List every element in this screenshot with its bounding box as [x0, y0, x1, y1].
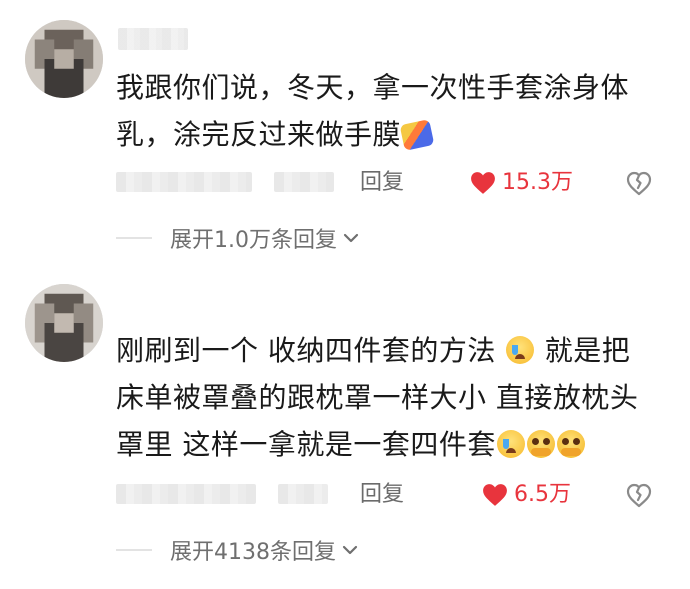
mask-emoji-icon [399, 119, 435, 151]
comment-text: 刚刷到一个 收纳四件套的方法 就是把床单被罩叠的跟枕罩一样大小 直接放枕头罩里 … [116, 327, 656, 468]
comment-text-body: 我跟你们说，冬天，拿一次性手套涂身体乳，涂完反过来做手膜 [116, 71, 630, 151]
heart-icon [483, 484, 507, 506]
like-button[interactable]: 15.3万 [470, 166, 573, 200]
like-count: 15.3万 [502, 170, 573, 195]
expand-replies-label: 展开4138条回复 [170, 540, 336, 565]
chevron-down-icon [342, 545, 358, 555]
expand-replies[interactable]: 展开1.0万条回复 [116, 222, 359, 254]
heart-icon [471, 172, 495, 194]
timestamp-blurred [116, 172, 252, 192]
username-blurred[interactable] [118, 28, 188, 50]
divider-line [116, 549, 152, 551]
comment-text: 我跟你们说，冬天，拿一次性手套涂身体乳，涂完反过来做手膜 [116, 64, 656, 158]
comment-text-part-1: 刚刷到一个 收纳四件套的方法 [116, 334, 496, 367]
pleading-face-icon [556, 430, 585, 458]
expand-replies-label: 展开1.0万条回复 [170, 228, 337, 253]
avatar-image [25, 284, 103, 362]
like-button[interactable]: 6.5万 [482, 478, 571, 512]
expand-replies[interactable]: 展开4138条回复 [116, 534, 358, 566]
dislike-broken-heart-icon[interactable] [625, 481, 653, 509]
crying-face-icon [506, 336, 535, 364]
avatar[interactable] [25, 284, 103, 362]
comment-meta: 回复 15.3万 [116, 166, 676, 200]
timestamp-blurred [116, 484, 256, 504]
crying-face-icon [496, 430, 525, 458]
avatar[interactable] [25, 20, 103, 98]
chevron-down-icon [343, 233, 359, 243]
comment-meta: 回复 6.5万 [116, 478, 676, 512]
reply-button[interactable]: 回复 [360, 166, 404, 200]
location-blurred [274, 172, 334, 192]
reply-button[interactable]: 回复 [360, 478, 404, 512]
location-blurred [278, 484, 328, 504]
pleading-face-icon [526, 430, 555, 458]
dislike-broken-heart-icon[interactable] [625, 169, 653, 197]
like-count: 6.5万 [514, 482, 571, 507]
avatar-image [25, 20, 103, 98]
divider-line [116, 237, 152, 239]
